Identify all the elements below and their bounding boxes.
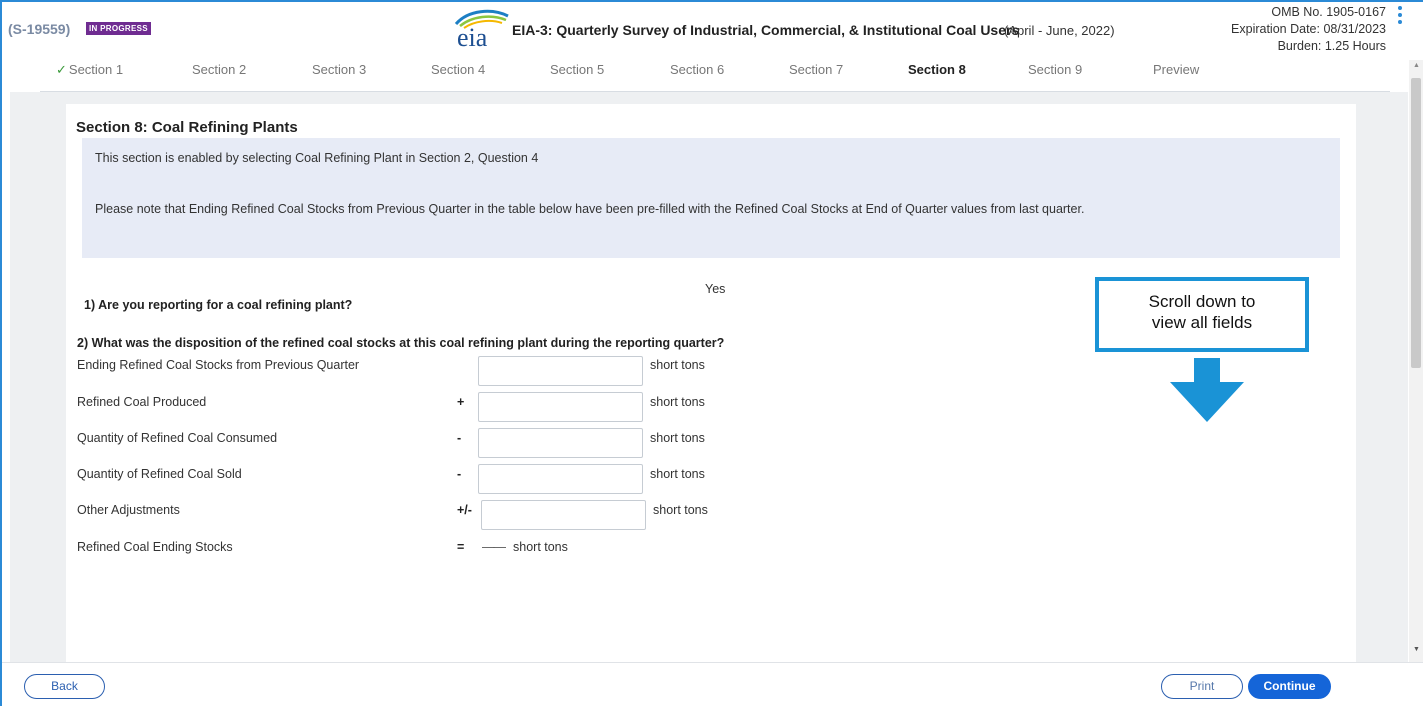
- tab-section-8[interactable]: Section 8: [908, 62, 966, 77]
- operator-plus-minus: +/-: [457, 503, 472, 517]
- tab-section-3[interactable]: Section 3: [312, 62, 366, 77]
- continue-button[interactable]: Continue: [1248, 674, 1331, 699]
- check-icon: ✓: [56, 62, 67, 77]
- consumed-input[interactable]: [478, 428, 643, 458]
- unit-label: short tons: [653, 503, 708, 517]
- arrow-down-icon: [1170, 358, 1244, 422]
- row-label-other-adjustments: Other Adjustments: [77, 503, 180, 517]
- section-notice: This section is enabled by selecting Coa…: [82, 138, 1340, 258]
- tab-section-1[interactable]: ✓ Section 1: [56, 62, 123, 78]
- tab-section-5[interactable]: Section 5: [550, 62, 604, 77]
- burden-hours: Burden: 1.25 Hours: [1277, 39, 1386, 53]
- question1-text: 1) Are you reporting for a coal refining…: [84, 298, 353, 312]
- callout-line-2: view all fields: [1151, 313, 1253, 332]
- expiration-date: Expiration Date: 08/31/2023: [1231, 22, 1386, 36]
- notice-line-2: Please note that Ending Refined Coal Sto…: [95, 202, 1085, 216]
- section-tabs: ✓ Section 1 Section 2 Section 3 Section 4…: [40, 60, 1390, 92]
- scrollbar-thumb[interactable]: [1411, 78, 1421, 368]
- operator-equals: =: [457, 540, 465, 554]
- produced-input[interactable]: [478, 392, 643, 422]
- question1-answer[interactable]: Yes: [705, 282, 725, 296]
- operator-plus: +: [457, 395, 465, 409]
- previous-stocks-input[interactable]: [478, 356, 643, 386]
- unit-label: short tons: [650, 395, 705, 409]
- tab-preview[interactable]: Preview: [1153, 62, 1199, 77]
- scroll-hint-callout: Scroll down to view all fields: [1095, 277, 1309, 352]
- unit-label: short tons: [650, 467, 705, 481]
- sold-input[interactable]: [478, 464, 643, 494]
- unit-label: short tons: [650, 431, 705, 445]
- kebab-menu-icon[interactable]: [1396, 6, 1404, 30]
- row-label-produced: Refined Coal Produced: [77, 395, 207, 409]
- row-label-sold: Quantity of Refined Coal Sold: [77, 467, 242, 481]
- operator-minus: -: [457, 431, 462, 445]
- unit-label: short tons: [513, 540, 568, 554]
- other-adjustments-input[interactable]: [481, 500, 646, 530]
- tab-section-6[interactable]: Section 6: [670, 62, 724, 77]
- row-label-ending-stocks: Refined Coal Ending Stocks: [77, 540, 233, 554]
- logo-text: eia: [457, 23, 488, 48]
- tab-label: Section 1: [68, 62, 124, 77]
- ending-stocks-value: ——: [482, 540, 506, 554]
- tab-section-9[interactable]: Section 9: [1028, 62, 1082, 77]
- tab-section-2[interactable]: Section 2: [192, 62, 246, 77]
- omb-info: OMB No. 1905-0167 Expiration Date: 08/31…: [1196, 4, 1386, 55]
- callout-line-1: Scroll down to: [1148, 292, 1256, 311]
- tab-section-7[interactable]: Section 7: [789, 62, 843, 77]
- scroll-down-icon[interactable]: ▼: [1413, 646, 1420, 653]
- eia-logo: eia: [454, 9, 509, 48]
- row-label-previous-stocks: Ending Refined Coal Stocks from Previous…: [77, 358, 360, 372]
- status-badge: IN PROGRESS: [86, 22, 151, 35]
- question2-text: 2) What was the disposition of the refin…: [77, 336, 725, 350]
- survey-period: (April - June, 2022): [1004, 23, 1115, 38]
- operator-minus: -: [457, 467, 462, 481]
- window-left-border: [0, 0, 2, 706]
- survey-id: (S-19559): [8, 21, 71, 37]
- scroll-up-icon[interactable]: ▲: [1413, 62, 1420, 69]
- row-label-consumed: Quantity of Refined Coal Consumed: [77, 431, 278, 445]
- omb-number: OMB No. 1905-0167: [1271, 5, 1386, 19]
- section-title: Section 8: Coal Refining Plants: [76, 119, 298, 136]
- print-button[interactable]: Print: [1161, 674, 1243, 699]
- notice-line-1: This section is enabled by selecting Coa…: [95, 151, 539, 165]
- tab-section-4[interactable]: Section 4: [431, 62, 485, 77]
- survey-title: EIA-3: Quarterly Survey of Industrial, C…: [512, 22, 1020, 38]
- unit-label: short tons: [650, 358, 705, 372]
- back-button[interactable]: Back: [24, 674, 105, 699]
